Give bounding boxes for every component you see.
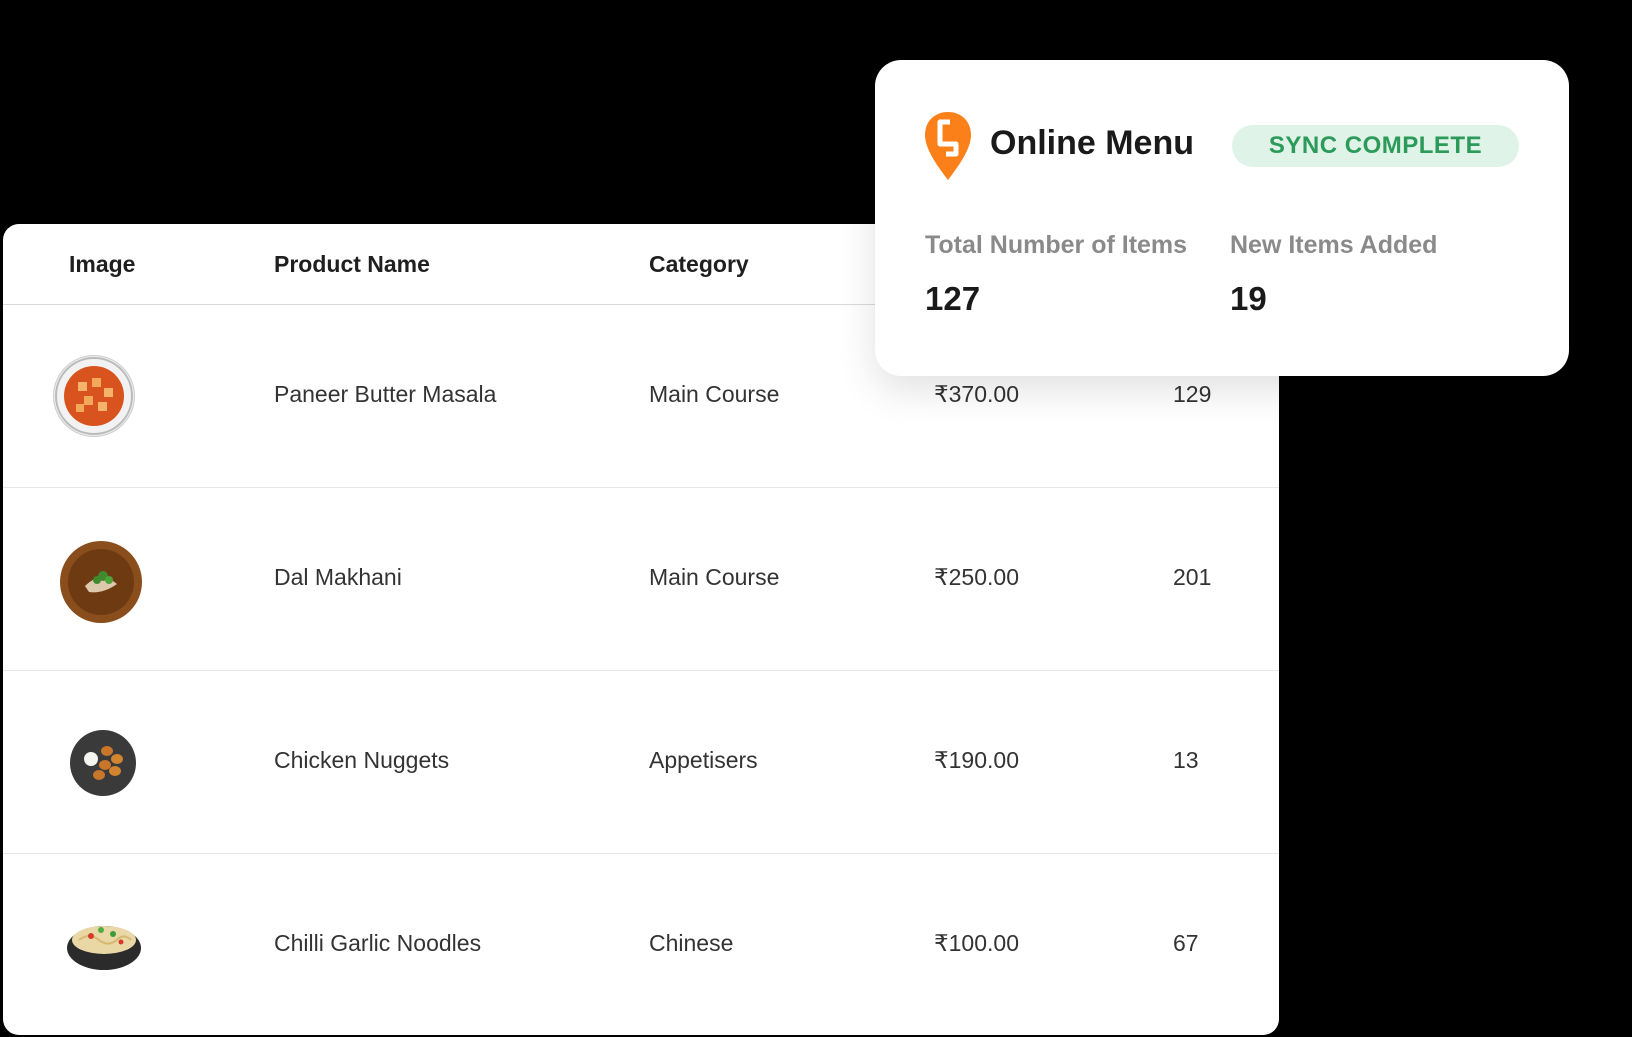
count-cell: 13 <box>1173 747 1199 773</box>
total-items-value: 127 <box>925 280 981 317</box>
product-name-cell: Chilli Garlic Noodles <box>274 930 482 956</box>
new-items-label: New Items Added <box>1230 231 1438 259</box>
new-items-value: 19 <box>1230 280 1267 317</box>
column-header-category[interactable]: Category <box>649 251 749 278</box>
price-cell: ₹370.00 <box>934 381 1019 407</box>
paneer-butter-masala-photo <box>53 355 135 437</box>
category-cell: Appetisers <box>649 747 758 773</box>
count-cell: 129 <box>1173 381 1212 407</box>
category-cell: Chinese <box>649 930 734 956</box>
sync-status-badge: SYNC COMPLETE <box>1232 125 1519 167</box>
product-name-cell: Paneer Butter Masala <box>274 381 497 407</box>
product-name-cell: Dal Makhani <box>274 564 402 590</box>
table-row[interactable]: Chicken Nuggets Appetisers ₹190.00 13 <box>3 671 1279 854</box>
price-cell: ₹190.00 <box>934 747 1019 773</box>
swiggy-logo-icon <box>923 110 973 182</box>
product-name-cell: Chicken Nuggets <box>274 747 450 773</box>
table-row[interactable]: Chilli Garlic Noodles Chinese ₹100.00 67 <box>3 854 1279 1035</box>
count-cell: 67 <box>1173 930 1199 956</box>
count-cell: 201 <box>1173 564 1212 590</box>
column-header-image[interactable]: Image <box>69 251 135 278</box>
chicken-nuggets-photo <box>69 729 137 797</box>
price-cell: ₹100.00 <box>934 930 1019 956</box>
total-items-label: Total Number of Items <box>925 231 1188 259</box>
card-title: Online Menu <box>990 124 1194 162</box>
online-menu-sync-card: Online Menu SYNC COMPLETE Total Number o… <box>875 60 1569 376</box>
column-header-product-name[interactable]: Product Name <box>274 251 430 278</box>
dal-makhani-photo <box>59 540 143 624</box>
price-cell: ₹250.00 <box>934 564 1019 590</box>
chilli-garlic-noodles-photo <box>65 912 143 974</box>
table-row[interactable]: Dal Makhani Main Course ₹250.00 201 <box>3 488 1279 671</box>
category-cell: Main Course <box>649 564 780 590</box>
category-cell: Main Course <box>649 381 780 407</box>
